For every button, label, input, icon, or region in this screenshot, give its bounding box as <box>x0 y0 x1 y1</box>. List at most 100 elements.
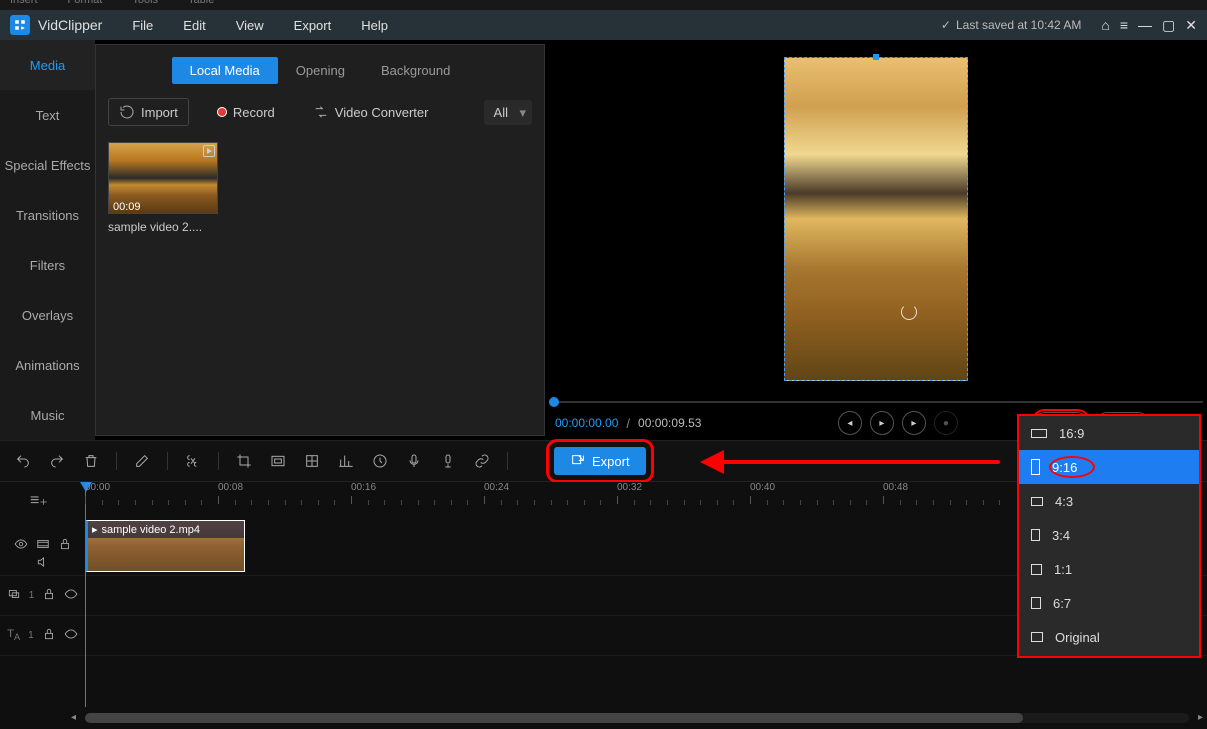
ratio-shape-icon <box>1031 597 1041 609</box>
play-overlay-icon <box>203 145 215 157</box>
screenshot-icon[interactable] <box>269 453 287 469</box>
split-icon[interactable] <box>184 453 202 469</box>
sidebar-item-media[interactable]: Media <box>0 40 95 90</box>
total-time: 00:00:09.53 <box>638 416 701 430</box>
menu-view[interactable]: View <box>236 18 264 33</box>
app-name: VidClipper <box>38 17 102 33</box>
lock-icon[interactable] <box>42 587 56 604</box>
export-icon <box>570 453 586 469</box>
lock-icon[interactable] <box>58 537 72 554</box>
aspect-ratio-dropdown: 16:99:164:33:41:16:7Original <box>1019 416 1199 656</box>
home-icon[interactable]: ⌂ <box>1101 17 1109 34</box>
ruler-major: 00:16 <box>351 482 376 493</box>
ruler-major: 00:32 <box>617 482 642 493</box>
sidebar-item-music[interactable]: Music <box>0 390 95 440</box>
mosaic-icon[interactable] <box>303 453 321 469</box>
link-icon[interactable] <box>473 453 491 469</box>
stats-icon[interactable] <box>337 453 355 469</box>
voice2-icon[interactable] <box>439 453 457 469</box>
ruler-major: 00:48 <box>883 482 908 493</box>
ruler-major: 00:24 <box>484 482 509 493</box>
ratio-shape-icon <box>1031 564 1042 575</box>
media-filter-select[interactable]: All <box>484 100 532 125</box>
ruler-major: 00:08 <box>218 482 243 493</box>
overlay-track-icon <box>7 587 21 604</box>
voice-icon[interactable] <box>405 453 423 469</box>
ruler-major: 00:00 <box>85 482 110 493</box>
video-converter-button[interactable]: Video Converter <box>303 99 439 125</box>
mute-icon[interactable] <box>36 555 50 572</box>
close-button[interactable]: ✕ <box>1185 17 1197 34</box>
edit-icon[interactable] <box>133 453 151 469</box>
text-track-icon: TA <box>7 628 20 642</box>
annotation-circle <box>1049 456 1095 478</box>
next-frame-button[interactable]: ▸ <box>902 411 926 435</box>
tab-local-media[interactable]: Local Media <box>172 57 278 84</box>
ratio-shape-icon <box>1031 429 1047 438</box>
prev-frame-button[interactable]: ◂ <box>838 411 862 435</box>
menu-edit[interactable]: Edit <box>183 18 205 33</box>
scrollbar-thumb[interactable] <box>85 713 1023 723</box>
menu-bar: File Edit View Export Help <box>132 18 388 33</box>
media-clip-thumb[interactable]: 00:09 sample video 2.... <box>108 142 218 234</box>
scroll-left-icon[interactable]: ◂ <box>71 712 76 723</box>
undo-icon[interactable] <box>14 453 32 469</box>
export-button[interactable]: Export <box>554 447 646 475</box>
resize-handle[interactable] <box>873 54 879 60</box>
visibility-icon[interactable] <box>14 537 28 554</box>
scroll-right-icon[interactable]: ▸ <box>1198 712 1203 723</box>
tab-background[interactable]: Background <box>363 57 468 84</box>
preview-seek-handle[interactable] <box>549 397 559 407</box>
aspect-option-Original[interactable]: Original <box>1019 620 1199 654</box>
media-panel: Local Media Opening Background Import Re… <box>95 44 545 436</box>
ratio-shape-icon <box>1031 459 1040 475</box>
import-button[interactable]: Import <box>108 98 189 126</box>
menu-export[interactable]: Export <box>294 18 332 33</box>
menu-help[interactable]: Help <box>361 18 388 33</box>
minimize-button[interactable]: — <box>1138 17 1152 34</box>
add-track-button[interactable]: ≡₊ <box>30 490 48 510</box>
visibility-icon[interactable] <box>64 627 78 644</box>
aspect-option-3-4[interactable]: 3:4 <box>1019 518 1199 552</box>
aspect-option-9-16[interactable]: 9:16 <box>1019 450 1199 484</box>
aspect-option-16-9[interactable]: 16:9 <box>1019 416 1199 450</box>
time-icon[interactable] <box>371 453 389 469</box>
play-button[interactable]: ▸ <box>870 411 894 435</box>
clip-duration: 00:09 <box>113 201 141 213</box>
aspect-option-1-1[interactable]: 1:1 <box>1019 552 1199 586</box>
tab-opening[interactable]: Opening <box>278 57 363 84</box>
preview-pane: 00:00:00.00 / 00:00:09.53 ◂ ▸ ▸ ● 9:16▾ … <box>545 40 1207 440</box>
converter-icon <box>313 104 329 120</box>
aspect-option-4-3[interactable]: 4:3 <box>1019 484 1199 518</box>
rotate-icon[interactable] <box>901 304 917 320</box>
maximize-button[interactable]: ▢ <box>1162 17 1175 34</box>
menu-file[interactable]: File <box>132 18 153 33</box>
sidebar-item-text[interactable]: Text <box>0 90 95 140</box>
ruler-major: 00:40 <box>750 482 775 493</box>
hamburger-icon[interactable]: ≡ <box>1120 17 1128 34</box>
sidebar-item-transitions[interactable]: Transitions <box>0 190 95 240</box>
video-preview-frame[interactable] <box>784 57 968 381</box>
title-bar: VidClipper File Edit View Export Help ✓ … <box>0 10 1207 40</box>
current-time: 00:00:00.00 <box>555 416 618 430</box>
record-button[interactable]: Record <box>207 100 285 125</box>
record-icon <box>217 107 227 117</box>
preview-seek-track[interactable] <box>549 401 1203 403</box>
redo-icon[interactable] <box>48 453 66 469</box>
refresh-import-icon <box>119 104 135 120</box>
record-preview-button[interactable]: ● <box>934 411 958 435</box>
lock-icon[interactable] <box>42 627 56 644</box>
sidebar-item-overlays[interactable]: Overlays <box>0 290 95 340</box>
aspect-option-6-7[interactable]: 6:7 <box>1019 586 1199 620</box>
sidebar-item-special-effects[interactable]: Special Effects <box>0 140 95 190</box>
sidebar-item-filters[interactable]: Filters <box>0 240 95 290</box>
crop-icon[interactable] <box>235 453 253 469</box>
sidebar-item-animations[interactable]: Animations <box>0 340 95 390</box>
timeline-clip[interactable]: ▸ sample video 2.mp4 <box>85 520 245 572</box>
sidebar: Media Text Special Effects Transitions F… <box>0 40 95 440</box>
timeline-scrollbar[interactable]: ◂ ▸ <box>85 713 1189 723</box>
delete-icon[interactable] <box>82 453 100 469</box>
clip-name: sample video 2.... <box>108 220 218 234</box>
ratio-shape-icon <box>1031 497 1043 506</box>
visibility-icon[interactable] <box>64 587 78 604</box>
